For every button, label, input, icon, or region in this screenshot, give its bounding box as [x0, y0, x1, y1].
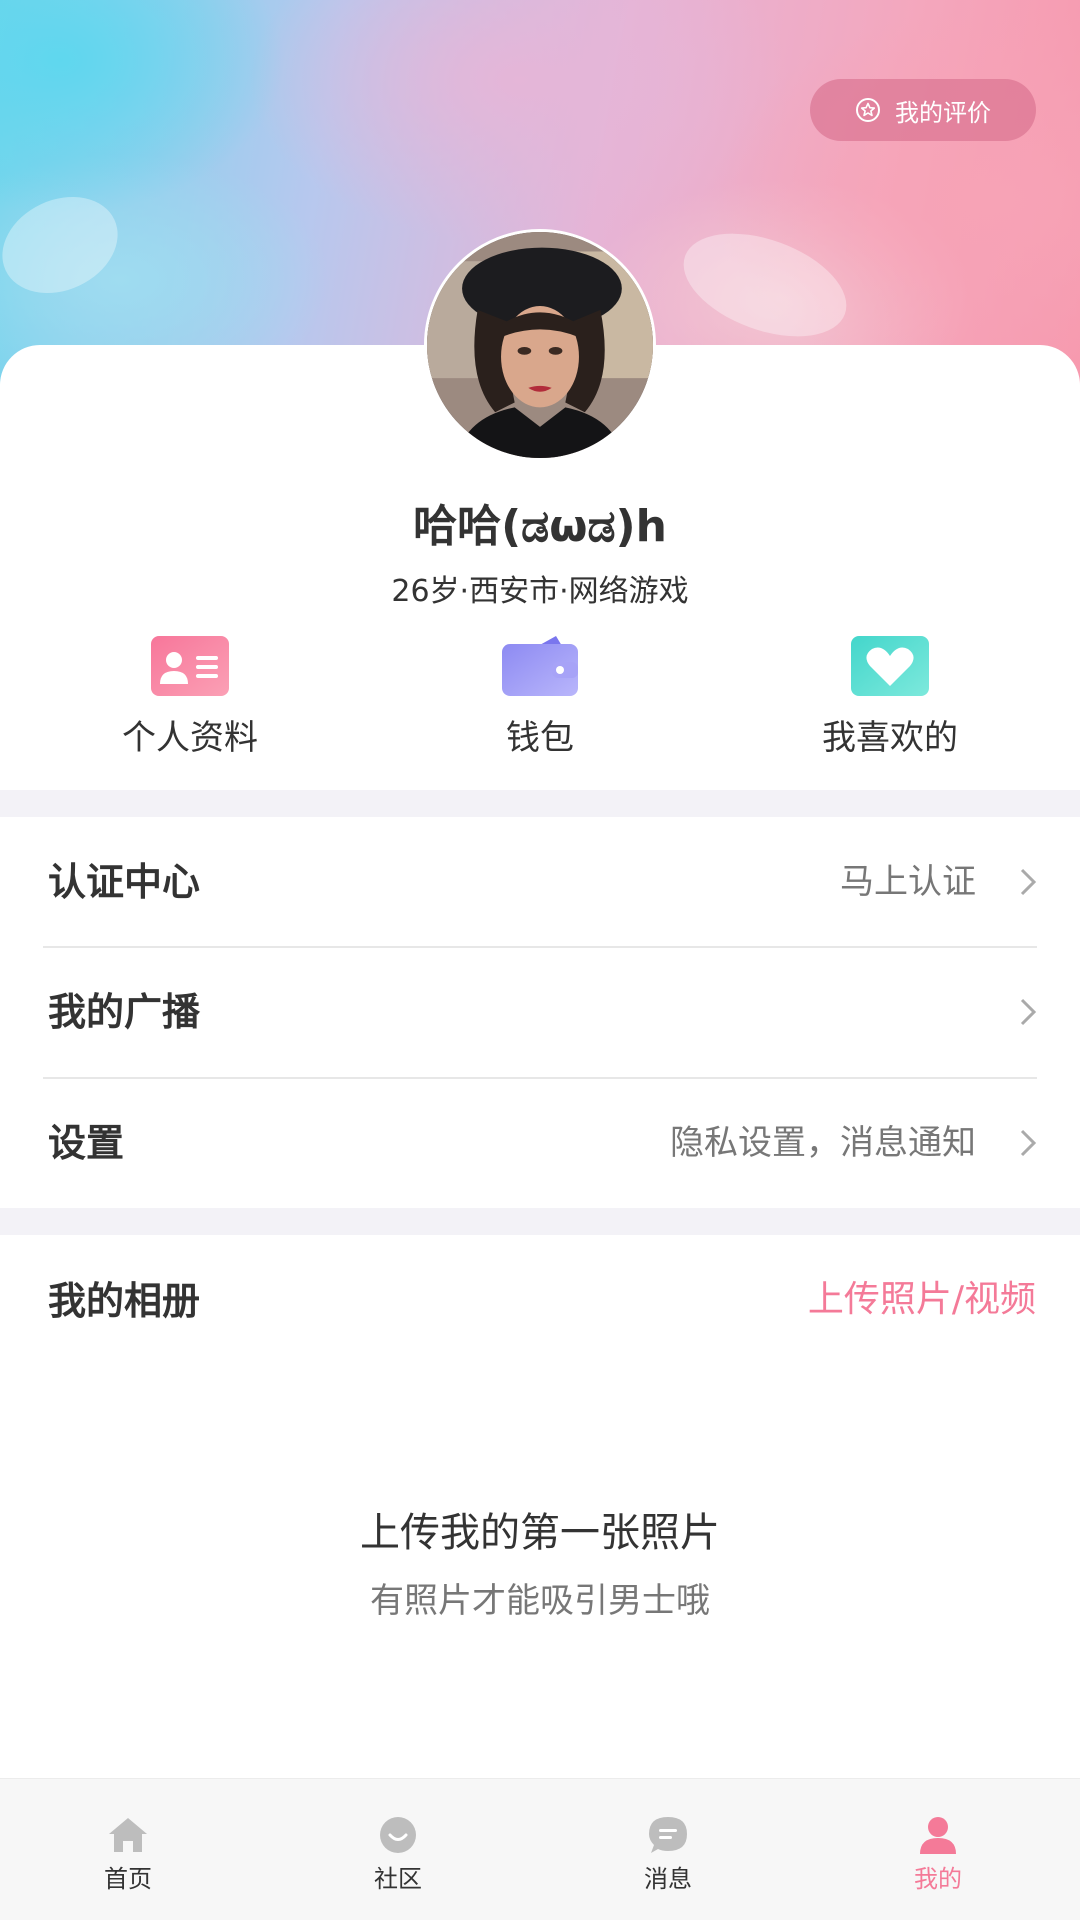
- avatar[interactable]: [424, 229, 656, 461]
- menu-row-settings[interactable]: 设置 隐私设置，消息通知: [0, 1078, 1080, 1208]
- user-info: 26岁·西安市·网络游戏: [391, 574, 689, 609]
- tab-label: 我的: [914, 1865, 962, 1893]
- my-likes-label: 我喜欢的: [822, 718, 958, 758]
- tab-label: 社区: [374, 1865, 422, 1893]
- message-icon: [647, 1815, 689, 1855]
- profile-icon: [917, 1815, 959, 1855]
- menu-title: 我的广播: [48, 990, 201, 1034]
- menu-value: 隐私设置，消息通知: [670, 1123, 976, 1163]
- community-icon: [377, 1815, 419, 1855]
- menu-title: 设置: [48, 1121, 125, 1165]
- menu-value: 马上认证: [840, 862, 976, 902]
- username: 哈哈(ಡωಡ)h: [413, 501, 667, 552]
- star-badge-icon: [855, 97, 881, 123]
- menu-row-verification[interactable]: 认证中心 马上认证: [0, 817, 1080, 947]
- album-empty-subtitle: 有照片才能吸引男士哦: [370, 1581, 710, 1621]
- my-likes-button[interactable]: 我喜欢的: [790, 636, 990, 759]
- chevron-right-icon: [1018, 867, 1038, 897]
- album-title: 我的相册: [48, 1279, 201, 1323]
- personal-info-button[interactable]: 个人资料: [90, 636, 290, 759]
- menu-title: 认证中心: [48, 860, 201, 904]
- section-separator: [0, 1208, 1080, 1235]
- chevron-right-icon: [1018, 997, 1038, 1027]
- wallet-label: 钱包: [506, 718, 574, 758]
- chevron-right-icon: [1018, 1128, 1038, 1158]
- my-rating-label: 我的评价: [895, 98, 991, 127]
- tab-mine[interactable]: 我的: [858, 1779, 1018, 1920]
- upload-media-link[interactable]: 上传照片/视频: [808, 1270, 1036, 1322]
- bottom-tab-bar: 首页 社区 消息 我的: [0, 1778, 1080, 1920]
- heart-icon: [850, 636, 930, 696]
- personal-info-label: 个人资料: [122, 718, 258, 758]
- section-separator: [0, 790, 1080, 817]
- id-card-icon: [150, 636, 230, 696]
- wallet-icon: [500, 636, 580, 696]
- my-rating-button[interactable]: 我的评价: [810, 79, 1036, 141]
- tab-home[interactable]: 首页: [48, 1779, 208, 1920]
- wallet-button[interactable]: 钱包: [440, 636, 640, 759]
- tab-label: 消息: [644, 1865, 692, 1893]
- tab-community[interactable]: 社区: [318, 1779, 478, 1920]
- album-empty-title: 上传我的第一张照片: [360, 1510, 720, 1556]
- tab-messages[interactable]: 消息: [588, 1779, 748, 1920]
- profile-page: 我的评价 哈哈(ಡωಡ)h 26岁·西安市·网络游戏 个人资料 钱包 我喜欢的 …: [0, 0, 1080, 1920]
- menu-row-broadcast[interactable]: 我的广播: [0, 947, 1080, 1077]
- home-icon: [107, 1815, 149, 1855]
- tab-label: 首页: [104, 1865, 152, 1893]
